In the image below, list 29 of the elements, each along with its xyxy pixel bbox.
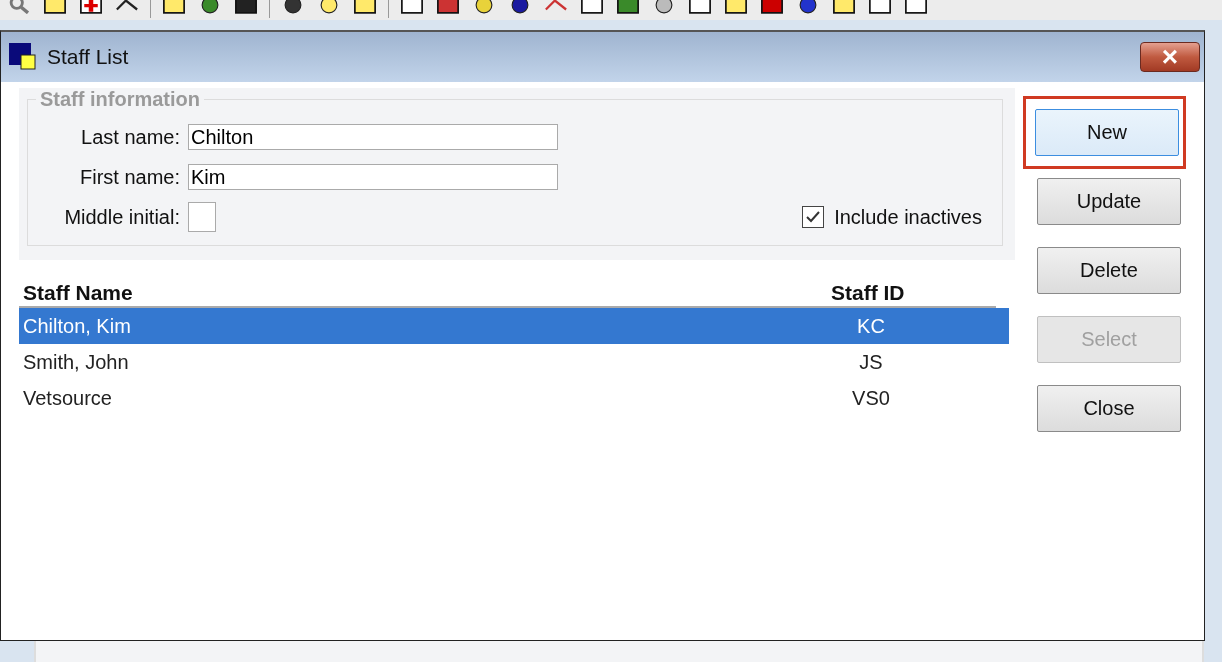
input-field[interactable]: Chilton: [188, 124, 558, 150]
list-row[interactable]: Vetsource VS0: [19, 380, 1009, 416]
field-label: Middle initial:: [63, 205, 181, 229]
dialog-button[interactable]: Delete: [1037, 247, 1181, 294]
input-field[interactable]: Kim: [188, 164, 558, 190]
column-header[interactable]: Staff ID: [831, 281, 911, 305]
table-cell-text: JS: [858, 350, 884, 374]
list-row[interactable]: Chilton, Kim KC: [19, 308, 1009, 344]
column-header[interactable]: Staff Name: [19, 281, 831, 305]
field-label: First name:: [78, 165, 181, 189]
table-cell-text: KC: [856, 314, 886, 338]
checkbox[interactable]: [802, 206, 825, 228]
close-button[interactable]: ×: [1140, 42, 1200, 72]
group-legend: Staff information: [36, 88, 204, 111]
window-title: Staff List: [47, 45, 130, 69]
table-cell-text: Vetsource: [22, 386, 113, 410]
list-row[interactable]: Smith, John JS: [19, 344, 1009, 380]
checkbox-label: Include inactives: [834, 205, 982, 229]
dialog-button[interactable]: New: [1035, 109, 1179, 156]
notepad-icon[interactable]: [42, 0, 68, 14]
input-field[interactable]: [188, 202, 216, 232]
table-cell-text: Smith, John: [22, 350, 130, 374]
field-label: Last name:: [80, 125, 181, 149]
table-cell-text: Chilton, Kim: [22, 314, 132, 338]
dialog-button[interactable]: Update: [1037, 178, 1181, 225]
dialog-button[interactable]: Close: [1037, 385, 1181, 432]
table-cell-text: VS0: [851, 386, 891, 410]
first-aid-icon[interactable]: [78, 0, 104, 14]
app-icon: [9, 43, 37, 71]
